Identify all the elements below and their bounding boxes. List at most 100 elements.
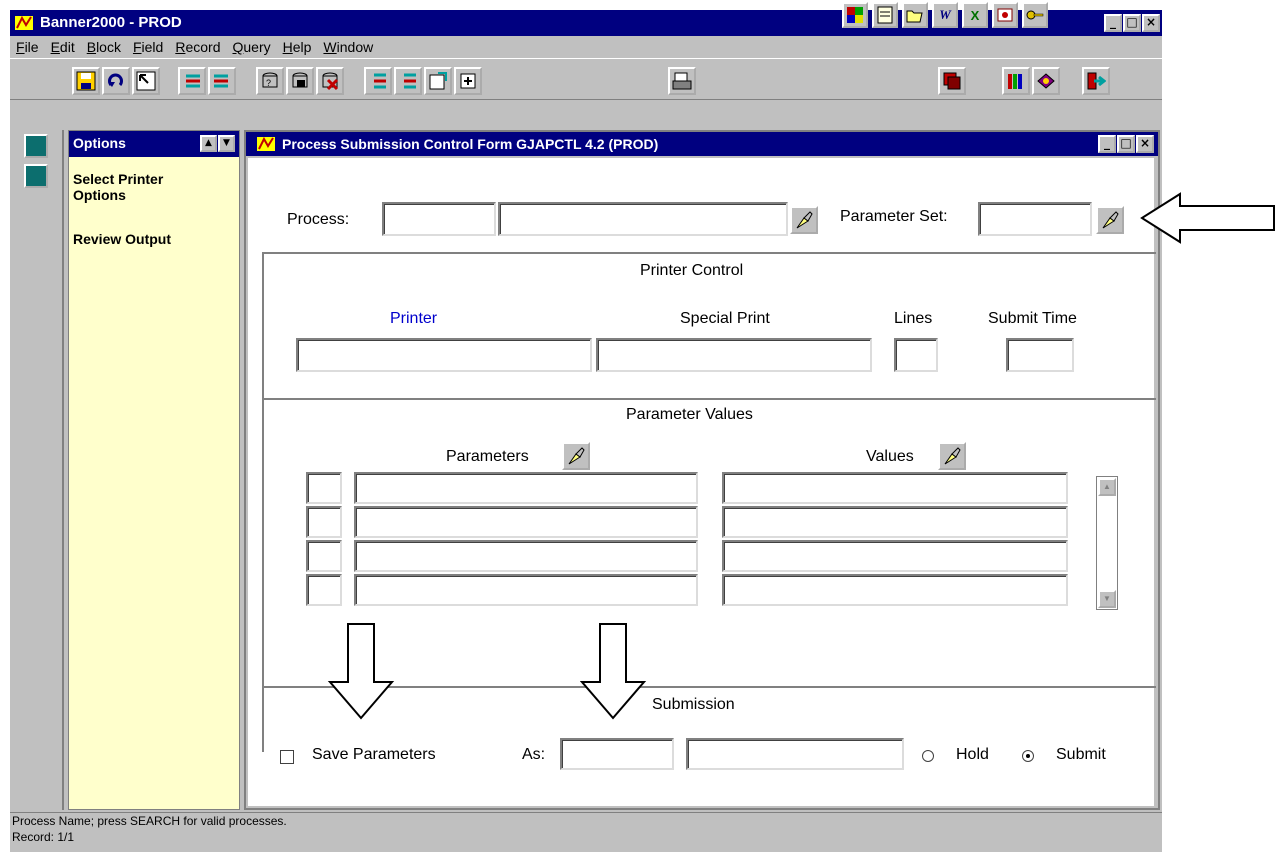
values-label: Values [866, 448, 914, 465]
word-icon[interactable]: W [932, 2, 958, 28]
chevron-down-icon[interactable]: ▼ [218, 135, 235, 152]
parameters-search-button[interactable] [562, 442, 590, 470]
printer-field[interactable] [296, 338, 592, 372]
previous-record-icon[interactable] [424, 67, 452, 95]
values-search-button[interactable] [938, 442, 966, 470]
next-record-icon[interactable] [454, 67, 482, 95]
parameter-set-name-field[interactable] [560, 738, 674, 770]
menu-record[interactable]: Record [175, 39, 220, 58]
status-message: Process Name; press SEARCH for valid pro… [12, 814, 287, 828]
parameter-number-field[interactable] [306, 540, 342, 572]
key-icon[interactable] [1022, 2, 1048, 28]
left-tool-strip [10, 130, 64, 810]
parameter-number-field[interactable] [306, 472, 342, 504]
insert-record-icon[interactable] [178, 67, 206, 95]
submit-time-field[interactable] [1006, 338, 1074, 372]
save-parameters-checkbox[interactable] [280, 750, 294, 764]
form-window-controls: _ □ × [1098, 135, 1154, 153]
process-description-field[interactable] [498, 202, 788, 236]
color-icon[interactable] [842, 2, 868, 28]
parameter-value-field[interactable] [722, 506, 1068, 538]
parameter-description-field[interactable] [354, 506, 698, 538]
folder-open-icon[interactable] [902, 2, 928, 28]
menu-block[interactable]: Block [87, 39, 121, 58]
maximize-button[interactable]: □ [1123, 14, 1141, 32]
parameter-value-field[interactable] [722, 472, 1068, 504]
flashlight-icon [796, 211, 813, 229]
status-bar: Process Name; press SEARCH for valid pro… [10, 812, 1162, 852]
form-title-bar: Process Submission Control Form GJAPCTL … [246, 132, 1158, 156]
rollback-icon[interactable] [102, 67, 130, 95]
parameter-description-field[interactable] [354, 540, 698, 572]
flashlight-icon [568, 447, 585, 465]
process-search-button[interactable] [790, 206, 818, 234]
app-title: Banner2000 - PROD [40, 14, 182, 31]
maximize-button[interactable]: □ [1117, 135, 1135, 153]
parameter-values-title: Parameter Values [626, 406, 753, 423]
calculator-icon[interactable] [24, 134, 48, 158]
flashlight-icon [1102, 211, 1119, 229]
parameters-scrollbar[interactable]: ▲ ▼ [1096, 476, 1118, 610]
help-books-icon[interactable] [1002, 67, 1030, 95]
parameter-value-field[interactable] [722, 574, 1068, 606]
taskbar-shortcuts: W X [842, 2, 1048, 32]
down-arrow-annotation-icon [327, 623, 395, 720]
special-print-label: Special Print [680, 310, 770, 327]
banner-logo-icon [15, 15, 33, 30]
close-button[interactable]: × [1136, 135, 1154, 153]
option-select-printer[interactable]: Select Printer Options [69, 171, 179, 203]
previous-block-icon[interactable] [364, 67, 392, 95]
window-tile-icon[interactable] [938, 67, 966, 95]
next-block-icon[interactable] [394, 67, 422, 95]
online-help-icon[interactable] [1032, 67, 1060, 95]
option-review-output[interactable]: Review Output [69, 231, 239, 247]
svg-text:?: ? [266, 78, 271, 88]
submit-time-label: Submit Time [988, 310, 1077, 327]
enter-query-icon[interactable]: ? [256, 67, 284, 95]
powerpoint-icon[interactable] [992, 2, 1018, 28]
cancel-query-icon[interactable] [316, 67, 344, 95]
menu-field[interactable]: Field [133, 39, 163, 58]
hold-radio[interactable] [922, 750, 934, 762]
parameter-description-field[interactable] [354, 574, 698, 606]
app-title-bar: Banner2000 - PROD W X _ □ × [10, 2, 1162, 36]
menu-help[interactable]: Help [283, 39, 312, 58]
save-parameters-label: Save Parameters [312, 746, 436, 763]
parameter-set-description-field[interactable] [686, 738, 904, 770]
parameter-value-field[interactable] [722, 540, 1068, 572]
select-icon[interactable] [132, 67, 160, 95]
menu-file[interactable]: File [16, 39, 39, 58]
chevron-up-icon[interactable]: ▲ [200, 135, 217, 152]
parameter-number-field[interactable] [306, 506, 342, 538]
parameter-set-search-button[interactable] [1096, 206, 1124, 234]
process-label: Process: [287, 211, 350, 228]
scroll-up-icon[interactable]: ▲ [1098, 478, 1116, 496]
lines-field[interactable] [894, 338, 938, 372]
calendar-icon[interactable] [24, 164, 48, 188]
special-print-field[interactable] [596, 338, 872, 372]
print-icon[interactable] [668, 67, 696, 95]
printer-control-title: Printer Control [640, 262, 744, 279]
exit-icon[interactable] [1082, 67, 1110, 95]
as-label: As: [522, 746, 546, 763]
menu-edit[interactable]: Edit [51, 39, 75, 58]
execute-query-icon[interactable] [286, 67, 314, 95]
save-icon[interactable] [72, 67, 100, 95]
notepad-icon[interactable] [872, 2, 898, 28]
minimize-button[interactable]: _ [1104, 14, 1122, 32]
submit-radio[interactable] [1022, 750, 1034, 762]
toolbar: ? [10, 58, 1162, 100]
menu-bar: File Edit Block Field Record Query Help … [10, 36, 1162, 58]
parameter-number-field[interactable] [306, 574, 342, 606]
menu-window[interactable]: Window [323, 39, 373, 58]
parameter-set-field[interactable] [978, 202, 1092, 236]
menu-query[interactable]: Query [232, 39, 270, 58]
remove-record-icon[interactable] [208, 67, 236, 95]
close-button[interactable]: × [1142, 14, 1160, 32]
process-code-field[interactable] [382, 202, 496, 236]
minimize-button[interactable]: _ [1098, 135, 1116, 153]
scroll-down-icon[interactable]: ▼ [1098, 590, 1116, 608]
excel-icon[interactable]: X [962, 2, 988, 28]
parameter-description-field[interactable] [354, 472, 698, 504]
left-arrow-annotation-icon [1140, 192, 1275, 244]
